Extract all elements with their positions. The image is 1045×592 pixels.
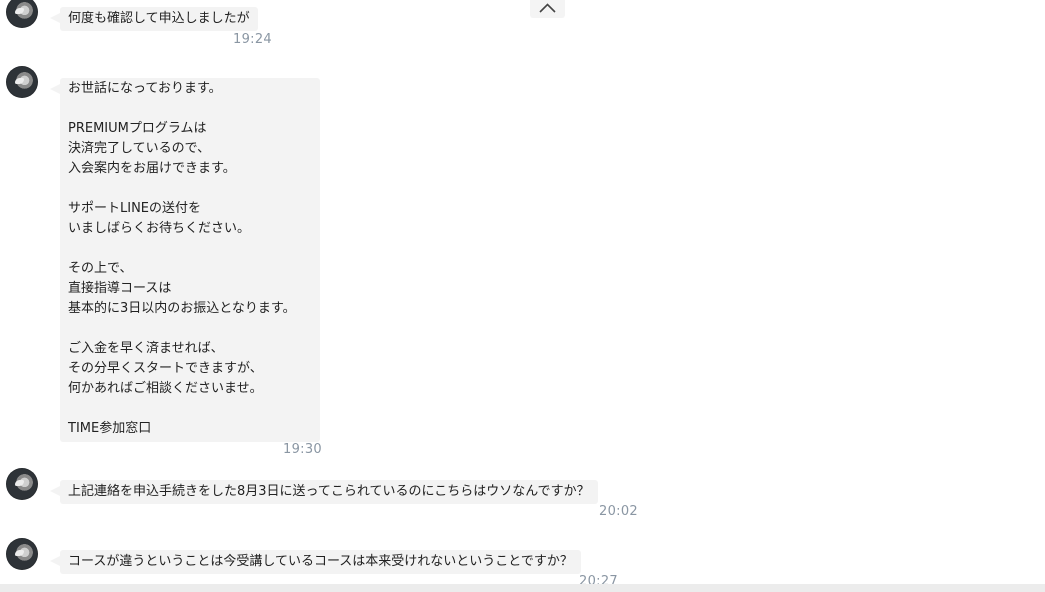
- message-time: 19:30: [283, 442, 322, 457]
- message-bubble: 上記連絡を申込手続きをした8月3日に送ってこられているのにこちらはウソなんですか…: [50, 480, 598, 504]
- avatar[interactable]: [6, 468, 38, 500]
- avatar[interactable]: [6, 66, 38, 98]
- avatar[interactable]: [6, 538, 38, 570]
- message-time: 20:27: [579, 574, 618, 584]
- bottom-bar: [0, 584, 1045, 592]
- message-bubble: コースが違うということは今受講しているコースは本来受けれないということですか？: [50, 550, 581, 574]
- avatar[interactable]: [6, 0, 38, 28]
- chevron-up-icon: [539, 3, 556, 13]
- chat-history[interactable]: 何度も確認して申込しましたが 19:24 お世話になっております。 PREMIU…: [0, 0, 1045, 584]
- scroll-up-button[interactable]: [530, 0, 565, 18]
- message-time: 19:24: [233, 32, 272, 47]
- message-bubble: お世話になっております。 PREMIUMプログラムは 決済完了しているので、 入…: [50, 78, 320, 442]
- message-time: 20:02: [599, 504, 638, 519]
- message-bubble: 何度も確認して申込しましたが: [50, 7, 258, 31]
